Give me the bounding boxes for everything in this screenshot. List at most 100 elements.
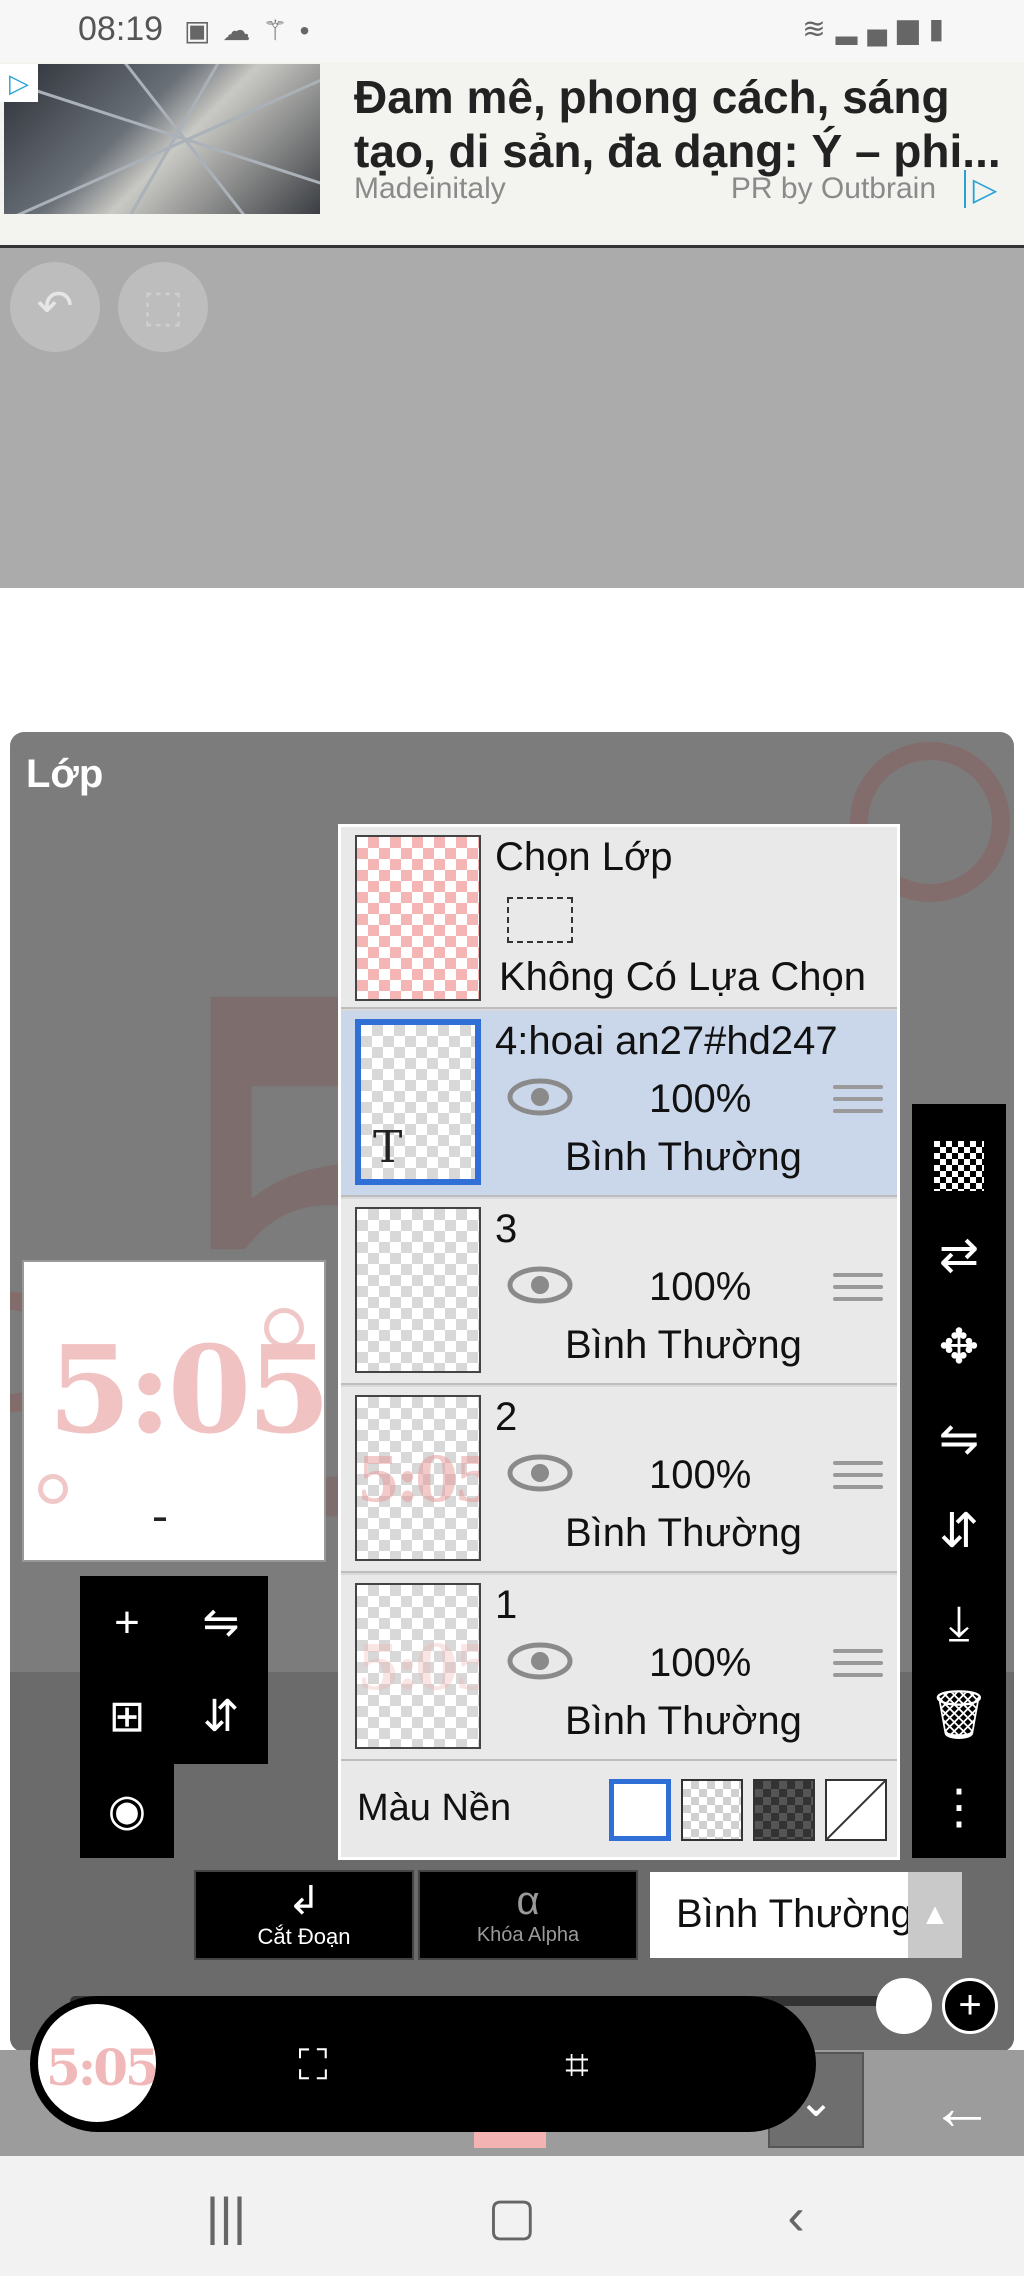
weather-icon: ☁ [222, 15, 263, 46]
flip-vertical-tool[interactable]: ⇵ [912, 1486, 1006, 1578]
alpha-lock-button[interactable]: α Khóa Alpha [418, 1870, 638, 1960]
flip-horizontal-button[interactable]: ⇋ [174, 1576, 268, 1670]
flip-horizontal-tool[interactable]: ⇋ [912, 1394, 1006, 1486]
layer-opacity[interactable]: 100% [649, 1641, 751, 1686]
move-icon: ✥ [938, 1321, 980, 1374]
layer-opacity[interactable]: 100% [649, 1453, 751, 1498]
layer-row[interactable]: 3 100% Bình Thường [341, 1199, 897, 1385]
more-button[interactable]: ⋮ [912, 1762, 1006, 1854]
opacity-increase-button[interactable]: + [942, 1978, 998, 2034]
bg-none-swatch[interactable] [825, 1779, 887, 1841]
selection-icon: ⛶ [298, 2041, 328, 2088]
visibility-eye-icon[interactable] [507, 1453, 573, 1493]
drag-handle-icon[interactable] [833, 1461, 883, 1499]
flip-h-icon: ⇋ [202, 1598, 240, 1647]
redo-icon: ⬚ [142, 282, 184, 331]
selection-layer-row[interactable]: Chọn Lớp Không Có Lựa Chọn [341, 827, 897, 1009]
status-left-icons: ▣☁⚚• [184, 14, 321, 47]
home-button[interactable]: ▢ [472, 2182, 552, 2252]
image-icon: ▣ [184, 15, 223, 46]
layer-thumb: T [355, 1019, 481, 1185]
preview-mark: ▬ [154, 1510, 166, 1524]
blend-mode-value: Bình Thường [676, 1892, 913, 1936]
visibility-eye-icon[interactable] [507, 1077, 573, 1117]
flip-v-icon: ⇵ [202, 1692, 240, 1741]
opacity-slider-knob[interactable] [876, 1978, 932, 2034]
left-toolbox: + ⇋ ⊞ ⇵ [80, 1576, 268, 1764]
checker-icon [934, 1141, 984, 1192]
canvas-preview[interactable]: 5:05 ▬ [22, 1260, 326, 1562]
layer-row[interactable]: T 4:hoai an27#hd247 100% Bình Thường [341, 1011, 897, 1197]
canvas-toolbar-area: ↶ ⬚ [0, 248, 1024, 588]
transfer-button[interactable]: ⇄ [912, 1210, 1006, 1302]
add-copy-button[interactable]: ⊞ [80, 1670, 174, 1764]
blend-mode-select[interactable]: Bình Thường ▲ [650, 1872, 962, 1958]
move-button[interactable]: ✥ [912, 1302, 1006, 1394]
selection-status: Không Có Lựa Chọn [499, 955, 867, 999]
marquee-icon [507, 897, 573, 943]
bg-white-swatch[interactable] [609, 1779, 671, 1841]
recent-apps-button[interactable]: ||| [186, 2182, 266, 2252]
selection-title: Chọn Lớp [495, 835, 673, 879]
camera-button[interactable]: ◉ [80, 1764, 174, 1858]
drag-handle-icon[interactable] [833, 1085, 883, 1123]
clip-arrow-icon: ↲ [287, 1879, 321, 1923]
floating-toolbar: 5:05 ⛶ ⌗ [30, 1996, 816, 2132]
chevron-up-icon[interactable]: ▲ [908, 1872, 962, 1958]
drag-handle-icon[interactable] [833, 1273, 883, 1311]
redo-button[interactable]: ⬚ [118, 262, 208, 352]
trash-icon: 🗑 [928, 1689, 990, 1742]
visibility-eye-icon[interactable] [507, 1265, 573, 1305]
battery-icon: ▮ [928, 13, 954, 44]
lock-icon: α [516, 1879, 540, 1923]
checker-button[interactable] [912, 1118, 1006, 1210]
status-time: 08:19 [78, 10, 164, 48]
ad-title[interactable]: Đam mê, phong cách, sáng tạo, di sản, đa… [354, 70, 1004, 178]
canvas-area[interactable] [0, 588, 1024, 738]
layer-blend-mode[interactable]: Bình Thường [565, 1135, 802, 1180]
ad-banner[interactable]: ▷ Đam mê, phong cách, sáng tạo, di sản, … [0, 62, 1024, 248]
layer-blend-mode[interactable]: Bình Thường [565, 1511, 802, 1556]
adchoices-icon[interactable]: ▷ [964, 170, 1004, 208]
background-label: Màu Nền [357, 1787, 512, 1829]
add-layer-button[interactable]: + [80, 1576, 174, 1670]
layer-name: 2 [495, 1395, 518, 1439]
ad-pr-label[interactable]: PR by Outbrain [731, 172, 936, 206]
crop-edit-icon: ⌗ [565, 2041, 589, 2088]
layer-blend-mode[interactable]: Bình Thường [565, 1323, 802, 1368]
back-button[interactable]: ‹ [756, 2182, 836, 2252]
drag-handle-icon[interactable] [833, 1649, 883, 1687]
dot-icon: • [299, 15, 322, 46]
select-area-button[interactable]: ⛶ [278, 2030, 348, 2100]
merge-down-button[interactable]: ⤓ [912, 1578, 1006, 1670]
layer-thumb: 5:05 [355, 1395, 481, 1561]
layer-opacity[interactable]: 100% [649, 1077, 751, 1122]
layer-blend-mode[interactable]: Bình Thường [565, 1699, 802, 1744]
add-copy-icon: ⊞ [108, 1692, 146, 1741]
ad-image [4, 64, 320, 214]
transform-button[interactable]: ⌗ [542, 2030, 612, 2100]
back-icon: ‹ [787, 2188, 805, 2246]
delete-layer-button[interactable]: 🗑 [912, 1670, 1006, 1762]
wifi-icon: ≋ [802, 13, 836, 44]
left-toolbox-camera: ◉ [80, 1764, 174, 1858]
visibility-eye-icon[interactable] [507, 1641, 573, 1681]
home-icon: ▢ [487, 2188, 537, 2246]
layer-row[interactable]: 5:05 1 100% Bình Thường [341, 1575, 897, 1761]
bg-transparent-swatch[interactable] [681, 1779, 743, 1841]
selection-thumb [355, 835, 481, 1001]
flip-vertical-button[interactable]: ⇵ [174, 1670, 268, 1764]
system-nav-bar: ||| ▢ ‹ [0, 2156, 1024, 2276]
more-icon: ⋮ [935, 1781, 983, 1834]
layer-thumb: 5:05 [355, 1583, 481, 1749]
canvas-thumbnail[interactable]: 5:05 [34, 2000, 160, 2126]
preview-text: 5:05 [48, 1320, 326, 1461]
ad-source: Madeinitaly [354, 172, 506, 205]
clipping-button[interactable]: ↲ Cắt Đoạn [194, 1870, 414, 1960]
layer-row[interactable]: 5:05 2 100% Bình Thường [341, 1387, 897, 1573]
layer-name: 3 [495, 1207, 518, 1251]
bg-dark-swatch[interactable] [753, 1779, 815, 1841]
layer-opacity[interactable]: 100% [649, 1265, 751, 1310]
undo-button[interactable]: ↶ [10, 262, 100, 352]
back-arrow-icon[interactable]: ← [930, 2070, 994, 2144]
